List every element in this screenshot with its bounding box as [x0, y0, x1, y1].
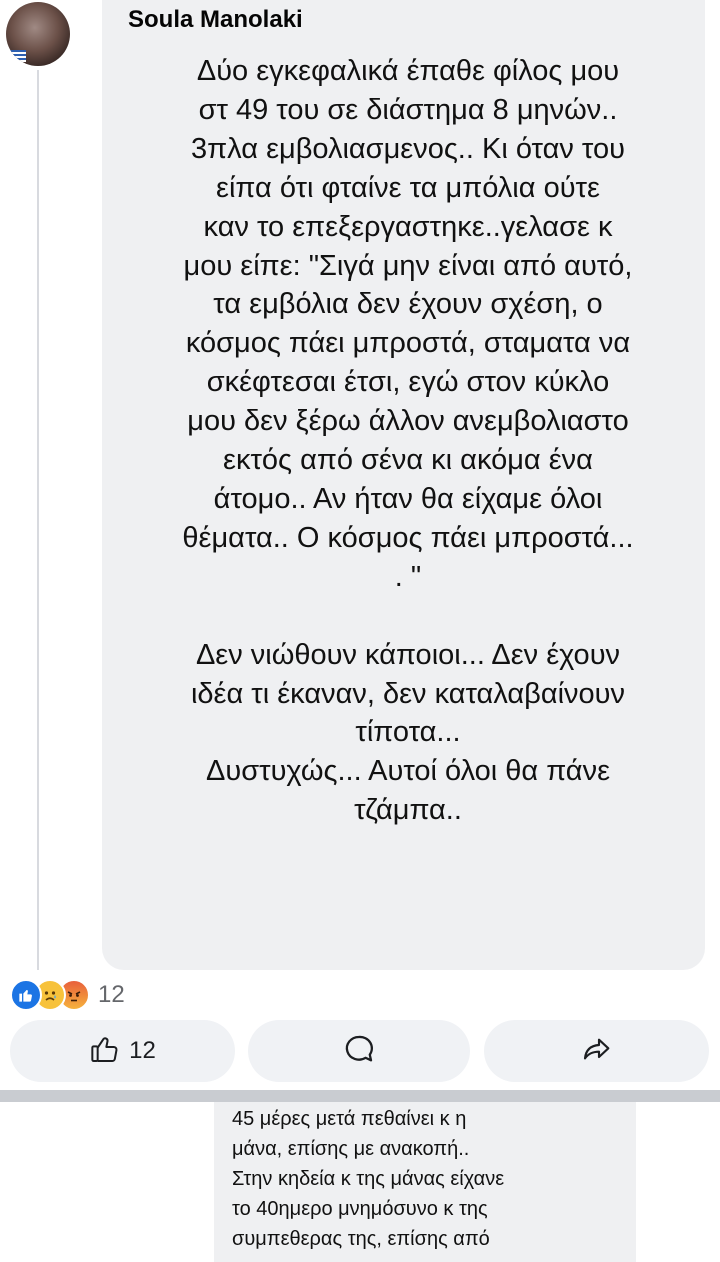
like-count: 12 — [129, 1037, 156, 1064]
speech-bubble-icon — [342, 1032, 376, 1071]
share-button[interactable] — [484, 1020, 709, 1082]
comment-text: Δύο εγκεφαλικά έπαθε φίλος μου στ 49 του… — [182, 55, 634, 827]
thumbs-up-icon — [89, 1033, 121, 1070]
post-separator — [0, 1090, 720, 1102]
avatar[interactable] — [6, 2, 70, 66]
share-arrow-icon — [581, 1033, 613, 1070]
reaction-count: 12 — [98, 981, 125, 1008]
like-button[interactable]: 12 — [10, 1020, 235, 1082]
like-icon — [10, 979, 42, 1011]
reactions-summary[interactable]: 12 — [10, 978, 125, 1012]
comment-button[interactable] — [248, 1020, 470, 1082]
greek-flag-icon — [8, 50, 26, 62]
thread-line — [37, 70, 39, 970]
comment-author[interactable]: Soula Manolaki — [128, 6, 303, 34]
next-comment-text: 45 μέρες μετά πεθαίνει κ η μάνα, επίσης … — [232, 1108, 505, 1250]
